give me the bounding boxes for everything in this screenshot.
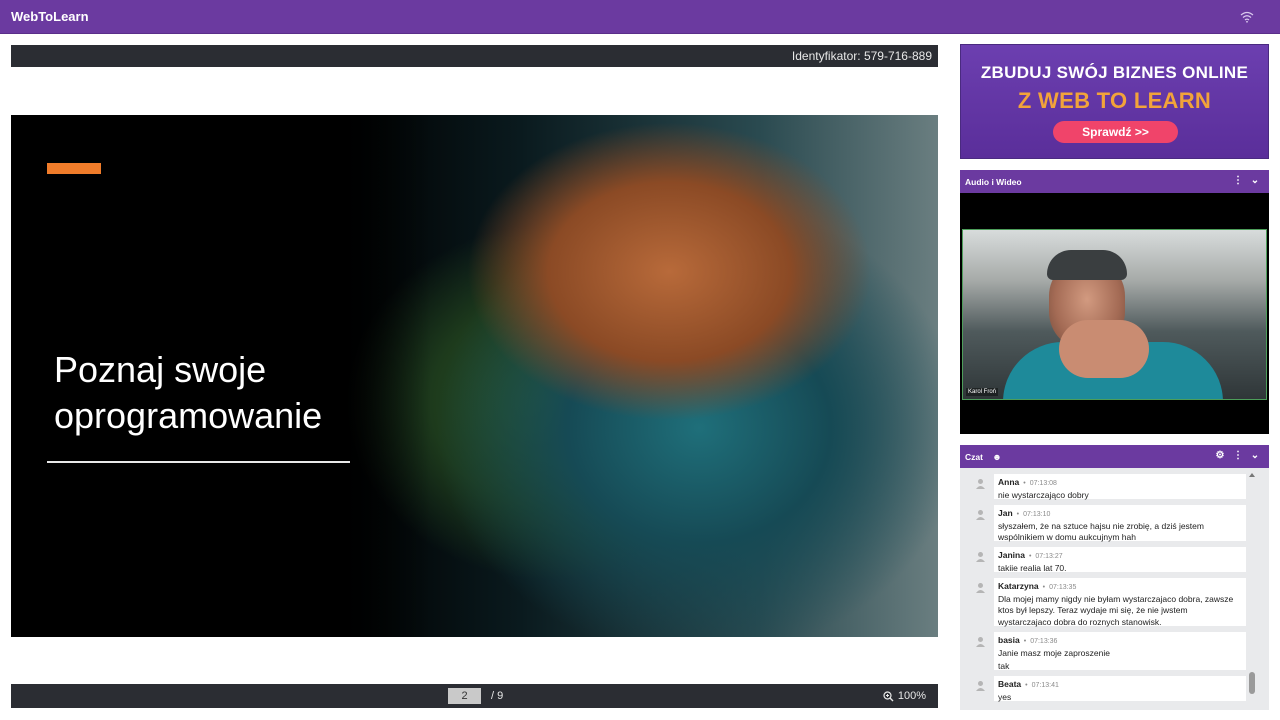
slide-title: Poznaj swoje oprogramowanie [54,347,322,439]
top-bar: WebToLearn [0,0,1280,34]
page-number-input[interactable]: 2 [448,688,481,704]
chat-message: Jan • 07:13:10 słyszałem, że na sztuce haj… [994,505,1246,542]
user-avatar-icon [976,552,985,562]
chat-message: Janina • 07:13:27 takiie realia lat 70. [994,547,1246,573]
slide-accent-bar [47,163,101,174]
user-avatar-icon [976,637,985,647]
user-avatar-icon [976,510,985,520]
wifi-icon [1240,11,1254,23]
chat-title: Czat [965,452,983,462]
presentation-id: Identyfikator: 579-716-889 [791,49,932,63]
more-options-icon[interactable]: ⋮ [1232,450,1244,462]
chat-header: Czat ☻ ⚙ ⋮ ⌄ [960,445,1269,468]
chevron-down-icon[interactable]: ⌄ [1249,175,1261,187]
gear-icon[interactable]: ⚙ [1214,450,1226,462]
audio-video-title: Audio i Wideo [965,177,1022,187]
slide-title-line-1: Poznaj swoje [54,349,267,390]
zoom-control[interactable]: 100% [883,690,926,702]
slide-divider [47,461,350,463]
user-avatar-icon [976,479,985,489]
ad-banner[interactable]: ZBUDUJ SWÓJ BIZNES ONLINE Z WEB TO LEARN… [960,44,1269,159]
zoom-in-icon[interactable] [883,690,894,702]
slide-navigation-bar: 2 / 9 100% [11,684,938,708]
chat-message: Katarzyna • 07:13:35 Dla mojej mamy nigdy … [994,578,1246,627]
video-feed[interactable]: Karol Froń [962,229,1267,400]
ad-headline: ZBUDUJ SWÓJ BIZNES ONLINE [980,63,1249,82]
chevron-down-icon[interactable]: ⌄ [1249,450,1261,462]
emoji-icon[interactable]: ☻ [991,451,1003,463]
participant-name: Karol Froń [966,388,999,396]
page-total: / 9 [491,690,504,702]
scroll-up-icon[interactable] [1248,472,1256,478]
app-logo[interactable]: WebToLearn [11,9,89,24]
user-avatar-icon [976,583,985,593]
chat-panel: Czat ☻ ⚙ ⋮ ⌄ Anna • 07:13:08 nie wystarcza… [960,445,1269,710]
chat-message: Anna • 07:13:08 nie wystarczająco dobry [994,474,1246,500]
user-avatar-icon [976,681,985,691]
ad-subheadline: Z WEB TO LEARN [1017,88,1212,113]
presentation-slide: Poznaj swoje oprogramowanie [11,115,938,637]
more-options-icon[interactable]: ⋮ [1232,175,1244,187]
presentation-id-bar: Identyfikator: 579-716-889 [11,45,938,67]
audio-video-panel: Audio i Wideo ⋮ ⌄ Karol Froń [960,170,1269,434]
chat-scroll-thumb[interactable] [1249,672,1255,694]
audio-video-header: Audio i Wideo ⋮ ⌄ [960,170,1269,193]
ad-cta-button[interactable]: Sprawdź >> [1053,121,1178,143]
slide-title-line-2: oprogramowanie [54,395,323,436]
chat-message: basia • 07:13:36 Janie masz moje zaproszen… [994,632,1246,671]
chat-message: Beata • 07:13:41 yes [994,676,1246,702]
chat-messages[interactable]: Anna • 07:13:08 nie wystarczająco dobry Ja… [960,468,1269,710]
zoom-level: 100% [897,690,926,702]
